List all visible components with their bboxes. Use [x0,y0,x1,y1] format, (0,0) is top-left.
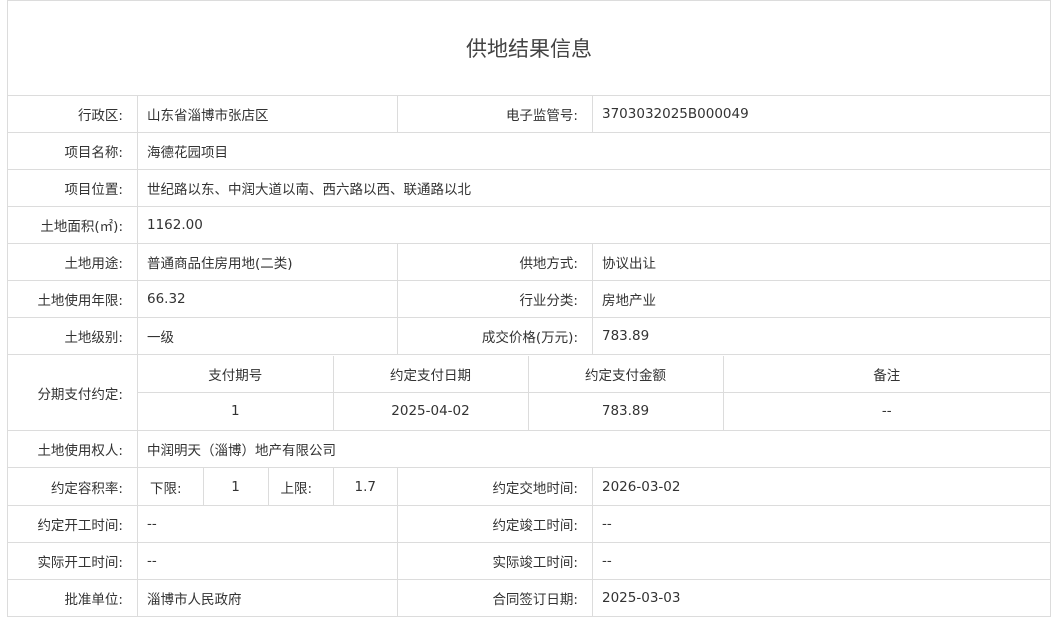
admin-region-label: 行政区: [7,95,138,133]
project-location-label: 项目位置: [7,169,138,207]
table-row: 项目位置: 世纪路以东、中润大道以南、西六路以西、联通路以北 [7,169,1051,207]
far-table: 下限: 1 上限: 1.7 [138,468,397,505]
land-owner-label: 土地使用权人: [7,430,138,468]
installments-table: 支付期号 约定支付日期 约定支付金额 备注 1 2025-04-02 783.8… [138,355,1050,430]
supervision-no-label: 电子监管号: [397,95,593,133]
far-lower-value: 1 [203,468,269,505]
table-row: 行政区: 山东省淄博市张店区 电子监管号: 3703032025B000049 [7,95,1051,133]
installments-header: 备注 [723,355,1050,393]
deal-price-value: 783.89 [592,317,1051,355]
table-row: 土地用途: 普通商品住房用地(二类) 供地方式: 协议出让 [7,243,1051,281]
table-row: 土地使用权人: 中润明天（淄博）地产有限公司 [7,430,1051,468]
supervision-no-value: 3703032025B000049 [592,95,1051,133]
far-upper-label: 上限: [268,468,334,505]
land-area-label: 土地面积(㎡): [7,206,138,244]
actual-start-value: -- [137,542,398,580]
installments-header: 约定支付金额 [528,355,724,393]
installments-header: 约定支付日期 [333,355,529,393]
installments-header-row: 支付期号 约定支付日期 约定支付金额 备注 [138,355,1050,393]
land-supply-result-panel: 供地结果信息 行政区: 山东省淄博市张店区 电子监管号: 3703032025B… [7,0,1051,617]
table-row: 批准单位: 淄博市人民政府 合同签订日期: 2025-03-03 [7,579,1051,617]
table-row: 土地级别: 一级 成交价格(万元): 783.89 [7,317,1051,355]
planned-start-value: -- [137,505,398,543]
installment-date: 2025-04-02 [333,392,529,430]
far-label: 约定容积率: [7,467,138,506]
admin-region-value: 山东省淄博市张店区 [137,95,398,133]
planned-finish-value: -- [592,505,1051,543]
industry-label: 行业分类: [397,280,593,318]
installment-amount: 783.89 [528,392,724,430]
supply-method-label: 供地方式: [397,243,593,281]
use-years-label: 土地使用年限: [7,280,138,318]
table-row: 实际开工时间: -- 实际竣工时间: -- [7,542,1051,580]
handover-time-value: 2026-03-02 [592,467,1051,506]
approver-label: 批准单位: [7,579,138,617]
land-area-value: 1162.00 [137,206,1051,244]
installment-period: 1 [138,392,334,430]
installment-remark: -- [881,403,892,420]
table-row: 项目名称: 海德花园项目 [7,132,1051,170]
installments-cell: 支付期号 约定支付日期 约定支付金额 备注 1 2025-04-02 783.8… [137,354,1051,431]
use-years-value: 66.32 [137,280,398,318]
far-cell: 下限: 1 上限: 1.7 [137,467,398,506]
land-use-value: 普通商品住房用地(二类) [137,243,398,281]
land-owner-value: 中润明天（淄博）地产有限公司 [137,430,1051,468]
land-grade-label: 土地级别: [7,317,138,355]
project-location-value: 世纪路以东、中润大道以南、西六路以西、联通路以北 [137,169,1051,207]
handover-time-label: 约定交地时间: [397,467,593,506]
approver-value: 淄博市人民政府 [137,579,398,617]
installments-label: 分期支付约定: [7,354,138,431]
land-grade-value: 一级 [137,317,398,355]
table-row: 约定开工时间: -- 约定竣工时间: -- [7,505,1051,543]
planned-finish-label: 约定竣工时间: [397,505,593,543]
industry-value: 房地产业 [592,280,1051,318]
actual-start-label: 实际开工时间: [7,542,138,580]
table-row: 土地使用年限: 66.32 行业分类: 房地产业 [7,280,1051,318]
supply-method-value: 协议出让 [592,243,1051,281]
deal-price-label: 成交价格(万元): [397,317,593,355]
installments-header: 支付期号 [138,355,334,393]
table-row: 分期支付约定: 支付期号 约定支付日期 约定支付金额 备注 1 2025-04-… [7,354,1051,431]
table-row: 约定容积率: 下限: 1 上限: 1.7 约定交地时间: 2026-03-02 [7,467,1051,506]
project-name-label: 项目名称: [7,132,138,170]
far-lower-label: 下限: [138,468,204,505]
actual-finish-value: -- [592,542,1051,580]
land-supply-table: 供地结果信息 行政区: 山东省淄博市张店区 电子监管号: 3703032025B… [7,0,1051,617]
actual-finish-label: 实际竣工时间: [397,542,593,580]
land-use-label: 土地用途: [7,243,138,281]
table-row: 土地面积(㎡): 1162.00 [7,206,1051,244]
far-upper-value: 1.7 [354,478,376,495]
planned-start-label: 约定开工时间: [7,505,138,543]
page-title: 供地结果信息 [7,0,1051,96]
installments-row: 1 2025-04-02 783.89 -- [138,392,1050,430]
contract-date-value: 2025-03-03 [592,579,1051,617]
project-name-value: 海德花园项目 [137,132,1051,170]
contract-date-label: 合同签订日期: [397,579,593,617]
